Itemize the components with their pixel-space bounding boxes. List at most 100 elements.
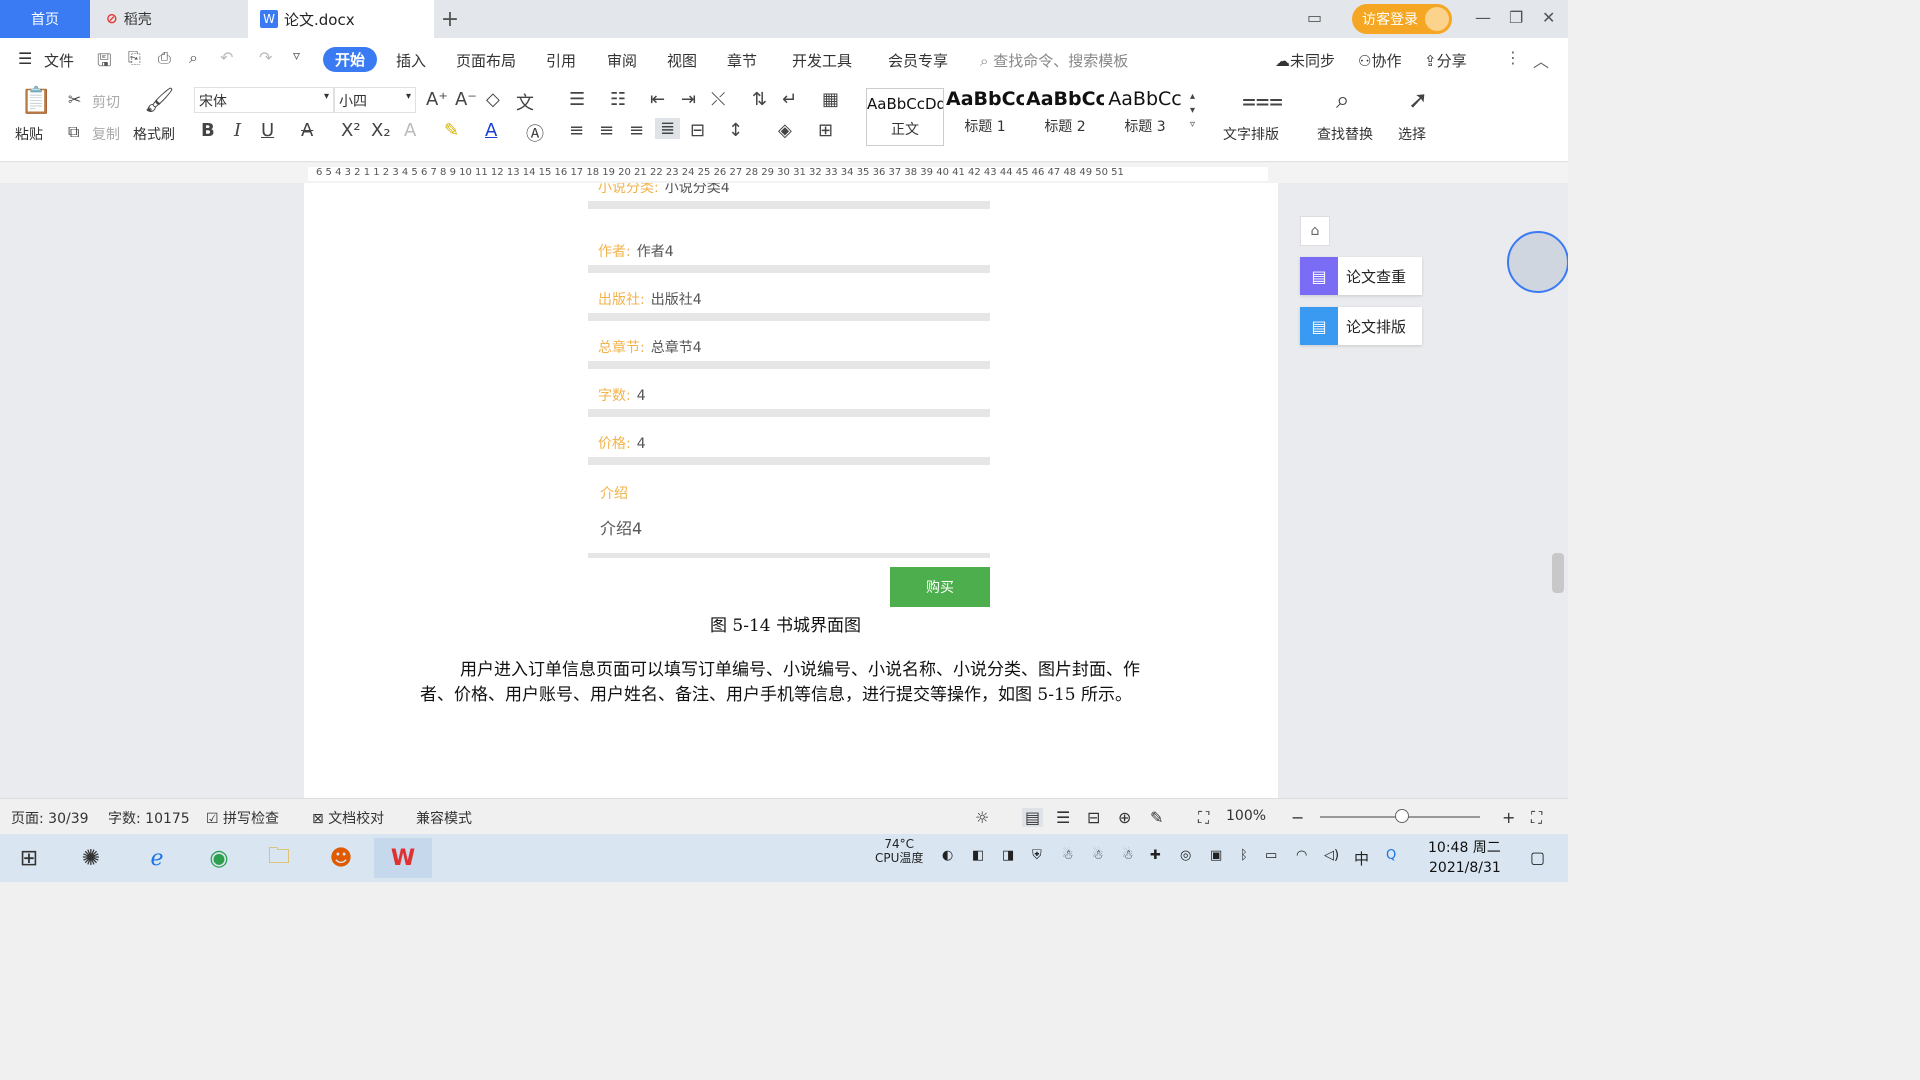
numbered-list-icon[interactable]: ☷ [610,89,626,110]
cpu-temp-widget[interactable]: 74°C CPU温度 [875,837,923,865]
minimize-icon[interactable]: — [1475,8,1491,27]
vertical-scrollbar-thumb[interactable] [1552,553,1564,593]
tray-app-icon[interactable]: ◐ [942,848,953,863]
horizontal-ruler[interactable]: 6 5 4 3 2 1 1 2 3 4 5 6 7 8 9 10 11 12 1… [0,163,1568,183]
tab-daoke[interactable]: ⊘ 稻壳 [90,0,248,38]
browser-360-icon[interactable]: ◉ [190,838,248,878]
borders-icon[interactable]: ⊞ [818,120,833,141]
menu-view[interactable]: 视图 [667,50,697,71]
collapse-ribbon-icon[interactable]: ︿ [1533,48,1549,72]
text-effect-icon[interactable]: A [404,120,416,141]
qq-icon[interactable]: ☃ [1062,848,1074,863]
font-name-select[interactable]: 宋体 ▾ [194,87,334,113]
superscript-icon[interactable]: X² [341,120,361,141]
hamburger-icon[interactable]: ☰ [18,49,32,68]
cut-button[interactable]: 剪切 [92,92,120,112]
paste-icon[interactable]: 📋 [20,86,52,116]
new-tab-button[interactable]: + [438,0,462,38]
align-left-icon[interactable]: ≡ [569,120,584,141]
styles-scroll-icon[interactable]: ▴ ▾ ▿ [1190,90,1195,132]
menu-references[interactable]: 引用 [546,50,576,71]
zoom-in-icon[interactable]: + [1502,808,1515,827]
paper-check-button[interactable]: ▤ 论文查重 [1300,257,1422,295]
collaborate-button[interactable]: ⚇协作 [1358,50,1401,71]
app-fan-icon[interactable]: ✺ [62,838,120,878]
document-canvas[interactable]: 小说分类: 小说分类4 作者: 作者4 出版社: 出版社4 总章节: 总章节4 字数: 4… [0,183,1568,798]
battery-icon[interactable]: ▭ [1265,848,1277,863]
qq-icon[interactable]: ☃ [1122,848,1134,863]
undo-icon[interactable]: ↶ [220,48,233,67]
sort-icon[interactable]: ⇅ [752,89,767,110]
word-count[interactable]: 字数: 10175 [108,808,190,828]
char-border-icon[interactable]: Ⓐ [526,120,544,146]
page-view-icon[interactable]: ▤ [1022,808,1044,827]
menu-start[interactable]: 开始 [323,47,377,72]
distributed-icon[interactable]: ⊟ [690,120,705,141]
volume-icon[interactable]: ◁) [1324,848,1339,863]
side-panel-collapse-icon[interactable]: ⌂ [1300,216,1330,246]
web-view-icon[interactable]: ⊕ [1118,808,1131,827]
qq-icon[interactable]: ☃ [1092,848,1104,863]
shrink-font-icon[interactable]: A⁻ [455,89,477,110]
tray-app-icon[interactable]: ◎ [1180,848,1191,863]
notification-icon[interactable]: ▢ [1530,848,1545,867]
align-right-icon[interactable]: ≡ [629,120,644,141]
style-normal[interactable]: AaBbCcDd 正文 [866,88,944,146]
fullscreen-icon[interactable]: ⛶ [1531,808,1542,828]
tray-app-icon[interactable]: ✚ [1150,848,1161,863]
page-counter[interactable]: 页面: 30/39 [11,808,89,828]
menu-page-layout[interactable]: 页面布局 [456,50,516,71]
tab-stops-icon[interactable]: ▦ [822,89,839,110]
wifi-icon[interactable]: ◠ [1296,848,1307,863]
guest-login-button[interactable]: 访客登录 [1352,4,1452,34]
eye-protect-icon[interactable]: ☼ [975,808,989,827]
restore-icon[interactable]: ❐ [1509,8,1523,27]
close-icon[interactable]: ✕ [1542,8,1555,27]
file-explorer-icon[interactable]: 🗀 [250,838,308,878]
chinese-layout-icon[interactable]: ⤬ [711,89,725,110]
search-app-icon[interactable]: Q [1386,848,1396,863]
nvidia-icon[interactable]: ▣ [1210,848,1222,863]
spell-check-button[interactable]: ☑ 拼写检查 [206,808,279,828]
tray-app-icon[interactable]: ◨ [1002,848,1014,863]
bullet-list-icon[interactable]: ☰ [569,89,585,110]
strikethrough-icon[interactable]: A [301,120,313,141]
share-button[interactable]: ⇪分享 [1424,50,1467,71]
menu-developer[interactable]: 开发工具 [792,50,852,71]
menu-review[interactable]: 审阅 [607,50,637,71]
tab-document[interactable]: W 论文.docx [248,0,434,38]
command-search[interactable]: ⌕ 查找命令、搜索模板 [980,50,1128,71]
assistant-avatar[interactable] [1507,231,1568,293]
fit-page-icon[interactable]: ⛶ [1198,808,1209,828]
ie-browser-icon[interactable]: ℯ [128,838,186,878]
select-button[interactable]: 选择 [1398,124,1426,144]
text-layout-button[interactable]: 文字排版 [1223,124,1279,144]
print-preview-icon[interactable]: ⌕ [189,48,198,68]
shading-icon[interactable]: ◈ [778,120,792,141]
print-icon[interactable]: ⎙ [158,48,171,68]
window-layout-icon[interactable]: ▭ [1307,8,1322,27]
line-spacing-icon[interactable]: ↕ [728,120,743,141]
tab-home[interactable]: 首页 [0,0,90,38]
format-painter-button[interactable]: 格式刷 [133,124,175,144]
ime-indicator[interactable]: 中 [1354,848,1369,869]
highlight-icon[interactable]: ✎ [444,120,459,141]
justify-icon[interactable]: ≣ [655,118,681,139]
underline-icon[interactable]: U [261,120,274,141]
menu-chapter[interactable]: 章节 [727,50,757,71]
redo-icon[interactable]: ↷ [259,48,272,67]
outline-view-icon[interactable]: ☰ [1056,808,1070,827]
clock[interactable]: 10:48 周二 2021/8/31 [1428,838,1501,878]
customize-dropdown-icon[interactable]: ▿ [293,48,300,64]
style-heading-3[interactable]: AaBbCc 标题 3 [1106,88,1184,146]
clear-format-icon[interactable]: ◇ [486,89,500,110]
shield-icon[interactable]: ⛨ [1032,848,1042,863]
bluetooth-icon[interactable]: ᛒ [1240,848,1248,863]
export-icon[interactable]: ⎘ [128,48,141,68]
find-replace-button[interactable]: 查找替换 [1317,124,1373,144]
app-mask-icon[interactable]: ☻ [312,838,370,878]
windows-start-icon[interactable]: ⊞ [0,838,58,878]
style-heading-1[interactable]: AaBbCc 标题 1 [946,88,1024,146]
sync-status[interactable]: ☁未同步 [1275,50,1335,71]
grow-font-icon[interactable]: A⁺ [426,89,448,110]
